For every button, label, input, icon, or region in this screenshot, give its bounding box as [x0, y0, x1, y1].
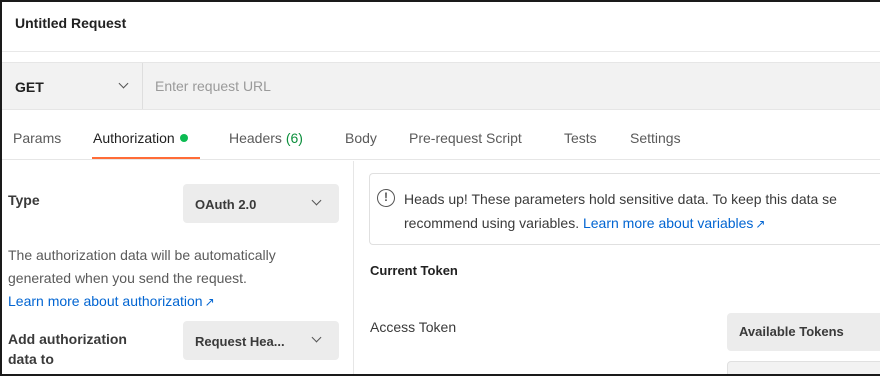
notice-line-2: recommend using variables.	[404, 215, 580, 231]
info-circle-icon: !	[377, 189, 395, 207]
tab-tests[interactable]: Tests	[564, 130, 597, 146]
request-title[interactable]: Untitled Request	[15, 15, 126, 31]
access-token-input[interactable]	[727, 361, 880, 374]
request-header: Untitled Request	[2, 2, 880, 52]
headers-count: (6)	[285, 130, 303, 146]
token-config-pane: ! Heads up! These parameters hold sensit…	[355, 161, 880, 374]
notice-text: Heads up! These parameters hold sensitiv…	[404, 187, 880, 236]
tab-headers-label: Headers	[229, 130, 282, 146]
request-panel: Untitled Request GET Params Authorizatio…	[0, 0, 880, 376]
method-label: GET	[15, 79, 44, 95]
tab-authorization-label: Authorization	[93, 130, 175, 146]
auth-type-value: OAuth 2.0	[195, 197, 257, 212]
learn-more-variables-label: Learn more about variables	[582, 215, 754, 231]
tab-authorization[interactable]: Authorization	[93, 130, 188, 146]
request-tabs: Params Authorization Headers (6) Body Pr…	[2, 120, 880, 160]
tab-pre-request-script[interactable]: Pre-request Script	[409, 130, 522, 146]
learn-more-authorization-link[interactable]: Learn more about authorization ↗	[8, 293, 215, 309]
notice-line-1: Heads up! These parameters hold sensitiv…	[404, 191, 837, 207]
current-token-heading: Current Token	[370, 263, 458, 278]
arrow-up-right-icon: ↗	[755, 217, 766, 231]
auth-description: The authorization data will be automatic…	[8, 244, 338, 314]
tab-settings[interactable]: Settings	[630, 130, 681, 146]
learn-more-authorization-label: Learn more about authorization	[8, 293, 203, 309]
chevron-down-icon	[311, 332, 322, 343]
active-tab-indicator	[92, 157, 200, 159]
tab-headers[interactable]: Headers (6)	[229, 130, 303, 146]
tab-body[interactable]: Body	[345, 130, 377, 146]
method-dropdown[interactable]: GET	[2, 63, 143, 109]
url-bar: GET	[2, 62, 880, 110]
available-tokens-label: Available Tokens	[739, 324, 844, 339]
active-dot-icon	[179, 134, 188, 142]
add-auth-to-value: Request Hea...	[195, 334, 285, 349]
add-auth-to-dropdown[interactable]: Request Hea...	[183, 321, 339, 360]
tab-params[interactable]: Params	[13, 130, 61, 146]
sensitive-data-notice: ! Heads up! These parameters hold sensit…	[369, 173, 880, 245]
auth-config-pane: Type OAuth 2.0 The authorization data wi…	[2, 161, 354, 374]
available-tokens-dropdown[interactable]: Available Tokens	[727, 313, 880, 351]
access-token-label: Access Token	[370, 319, 457, 335]
auth-type-dropdown[interactable]: OAuth 2.0	[183, 184, 339, 223]
auth-description-text: The authorization data will be automatic…	[8, 247, 276, 286]
chevron-down-icon	[118, 78, 129, 89]
type-label: Type	[8, 192, 40, 208]
chevron-down-icon	[311, 195, 322, 206]
add-auth-to-label: Add authorization data to	[8, 331, 127, 367]
arrow-up-right-icon: ↗	[204, 295, 215, 309]
learn-more-variables-link[interactable]: Learn more about variables ↗	[583, 215, 766, 231]
url-input[interactable]	[144, 63, 880, 109]
